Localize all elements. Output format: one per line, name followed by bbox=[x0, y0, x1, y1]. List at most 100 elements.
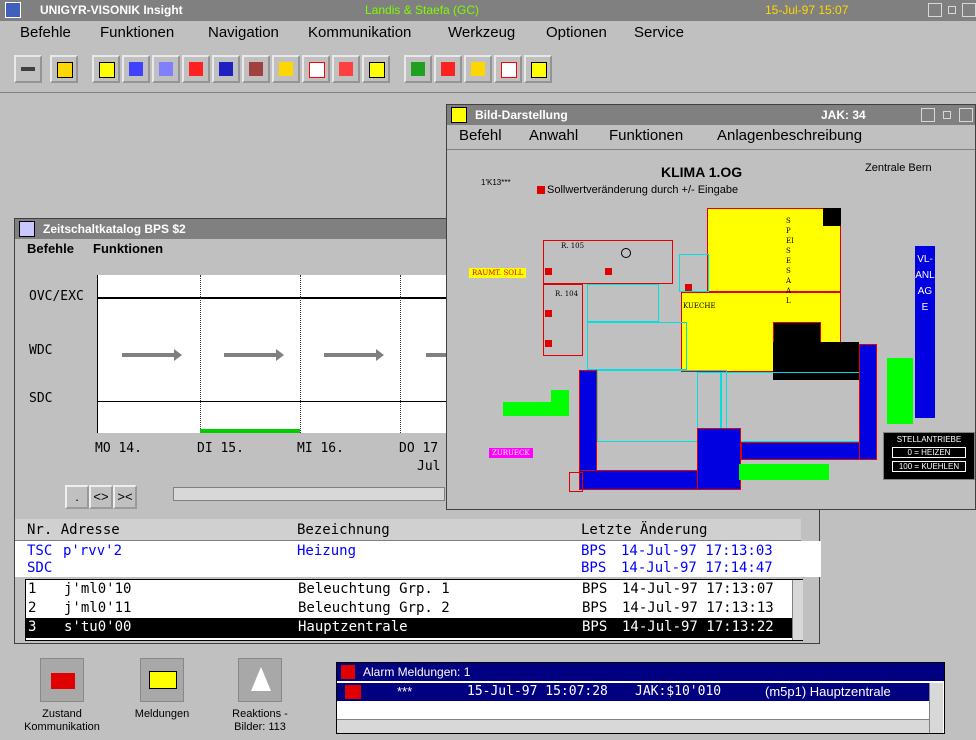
bild-menu-anlagen[interactable]: Anlagenbeschreibung bbox=[717, 127, 862, 144]
day-label: DI 15. bbox=[197, 441, 244, 456]
row-user: BPS bbox=[581, 543, 607, 559]
reaktions-bilder-icon[interactable] bbox=[238, 658, 282, 702]
zurueck-button[interactable]: ZURUECK bbox=[489, 448, 533, 458]
close-button[interactable] bbox=[962, 3, 976, 17]
app-icon bbox=[5, 2, 21, 18]
v-scrollbar[interactable] bbox=[792, 580, 803, 640]
curve-icon[interactable] bbox=[494, 55, 522, 83]
dot-button[interactable]: . bbox=[65, 485, 89, 509]
expand-button[interactable]: <> bbox=[89, 485, 113, 509]
bild-menu-anwahl[interactable]: Anwahl bbox=[529, 127, 578, 144]
zustand-label: Zustand Kommunikation bbox=[24, 708, 100, 733]
vl-anlage-panel[interactable]: VL-ANLAGE bbox=[915, 246, 935, 418]
zs-menu-befehle[interactable]: Befehle bbox=[27, 241, 74, 256]
col-header-bezeichnung: Bezeichnung bbox=[297, 522, 390, 538]
plan-icon bbox=[451, 107, 467, 123]
table-list: 1 j'ml0'10 Beleuchtung Grp. 1 BPS 14-Jul… bbox=[25, 579, 803, 641]
zustand-kommunikation-icon[interactable] bbox=[40, 658, 84, 702]
menu-service[interactable]: Service bbox=[634, 24, 684, 41]
minimize-button[interactable] bbox=[948, 6, 956, 14]
table-row[interactable]: 2 j'ml0'11 Beleuchtung Grp. 2 BPS 14-Jul… bbox=[26, 599, 792, 618]
month-label: Jul bbox=[417, 459, 441, 474]
h-scrollbar[interactable] bbox=[173, 487, 445, 501]
bell-icon bbox=[341, 665, 355, 679]
toolbar bbox=[0, 45, 976, 93]
alarm-v-scrollbar[interactable] bbox=[929, 683, 943, 733]
trend-icon[interactable] bbox=[122, 55, 150, 83]
alarm-text: (m5p1) Hauptzentrale bbox=[765, 684, 891, 699]
menu-bar: Befehle Funktionen Navigation Kommunikat… bbox=[0, 21, 976, 45]
menu-kommunikation[interactable]: Kommunikation bbox=[308, 24, 411, 41]
minimize-button[interactable] bbox=[943, 111, 951, 119]
row-date: 14-Jul-97 17:13:07 bbox=[622, 581, 774, 597]
alarm-h-scrollbar[interactable] bbox=[337, 719, 929, 733]
raumt-soll-label[interactable]: RAUMT. SOLL bbox=[469, 268, 527, 278]
room-104-label: R. 104 bbox=[555, 290, 579, 298]
plan-icon[interactable] bbox=[92, 55, 120, 83]
kueche-label: KUECHE bbox=[683, 302, 716, 310]
meldungen-label: Meldungen bbox=[134, 708, 190, 720]
message-icon[interactable] bbox=[362, 55, 390, 83]
room-105-label: R. 105 bbox=[561, 242, 585, 250]
bild-menu-befehl[interactable]: Befehl bbox=[459, 127, 502, 144]
link-icon[interactable] bbox=[182, 55, 210, 83]
row-address: s'tu0'00 bbox=[64, 619, 132, 635]
menu-navigation[interactable]: Navigation bbox=[208, 24, 279, 41]
wdc-arrow bbox=[324, 349, 384, 361]
alarm-jak: JAK:$10'010 bbox=[635, 684, 722, 699]
main-title-bar: UNIGYR-VISONIK Insight Landis & Staefa (… bbox=[0, 0, 976, 21]
row-date: 14-Jul-97 17:14:47 bbox=[621, 560, 773, 576]
bell-icon[interactable] bbox=[272, 55, 300, 83]
zs-menu-funktionen[interactable]: Funktionen bbox=[93, 241, 163, 256]
status-icon[interactable] bbox=[524, 55, 552, 83]
menu-optionen[interactable]: Optionen bbox=[546, 24, 607, 41]
bild-menu-funktionen[interactable]: Funktionen bbox=[609, 127, 683, 144]
plan-heading: KLIMA 1.OG bbox=[661, 164, 743, 180]
menu-werkzeug[interactable]: Werkzeug bbox=[448, 24, 515, 41]
vl-anlage-label: VL-ANLAGE bbox=[915, 254, 935, 313]
menu-befehle[interactable]: Befehle bbox=[20, 24, 71, 41]
bild-titlebar: Bild-Darstellung JAK: 34 bbox=[447, 105, 975, 125]
row-date: 14-Jul-97 17:13:22 bbox=[622, 619, 774, 635]
datetime: 15-Jul-97 15:07 bbox=[765, 3, 849, 17]
day-label: MO 14. bbox=[95, 441, 142, 456]
row-nr: TSC bbox=[27, 543, 53, 559]
table-row[interactable]: 1 j'ml0'10 Beleuchtung Grp. 1 BPS 14-Jul… bbox=[26, 580, 792, 599]
app-title: UNIGYR-VISONIK Insight bbox=[40, 3, 183, 17]
alarm-row[interactable]: *** 15-Jul-97 15:07:28 JAK:$10'010 (m5p1… bbox=[337, 683, 929, 701]
key-icon[interactable] bbox=[14, 55, 42, 83]
link-icon[interactable] bbox=[434, 55, 462, 83]
meldungen-icon[interactable] bbox=[140, 658, 184, 702]
row-nr: 1 bbox=[28, 581, 37, 597]
day-label: MI 16. bbox=[297, 441, 344, 456]
row-user: BPS bbox=[581, 560, 607, 576]
center-name: Landis & Staefa (GC) bbox=[365, 3, 480, 17]
plan-icon[interactable] bbox=[404, 55, 432, 83]
row-user: BPS bbox=[582, 581, 608, 597]
lock-icon[interactable] bbox=[50, 55, 78, 83]
maximize-button[interactable] bbox=[928, 3, 942, 17]
maximize-button[interactable] bbox=[921, 108, 935, 122]
zeitschalt-title: Zeitschaltkatalog BPS $2 bbox=[43, 222, 186, 236]
timeline-plot bbox=[97, 275, 448, 433]
legend-text: Sollwertveränderung durch +/- Eingabe bbox=[547, 184, 739, 196]
alarm-title: Alarm Meldungen: 1 bbox=[363, 665, 471, 679]
speisesaal-label: SPEISESAAL bbox=[786, 217, 794, 305]
alarm-time: 15-Jul-97 15:07:28 bbox=[467, 684, 608, 699]
close-button[interactable] bbox=[959, 108, 973, 122]
stellantriebe-legend: STELLANTRIEBE 0 = HEIZEN 100 = KUEHLEN bbox=[883, 432, 975, 480]
stell-title: STELLANTRIEBE bbox=[896, 435, 962, 444]
table-row-selected[interactable]: 3 s'tu0'00 Hauptzentrale BPS 14-Jul-97 1… bbox=[26, 618, 792, 638]
today-marker bbox=[200, 429, 300, 433]
row-label-ovc: OVC/EXC bbox=[29, 289, 84, 304]
row-name: Beleuchtung Grp. 2 bbox=[298, 600, 450, 616]
alarm-icon[interactable] bbox=[332, 55, 360, 83]
bell-icon[interactable] bbox=[464, 55, 492, 83]
catalog-icon[interactable] bbox=[152, 55, 180, 83]
menu-funktionen[interactable]: Funktionen bbox=[100, 24, 174, 41]
collapse-button[interactable]: >< bbox=[113, 485, 137, 509]
bar-chart-icon[interactable] bbox=[212, 55, 240, 83]
curve-icon[interactable] bbox=[302, 55, 330, 83]
room-speisesaal[interactable] bbox=[707, 208, 841, 292]
building-icon[interactable] bbox=[242, 55, 270, 83]
